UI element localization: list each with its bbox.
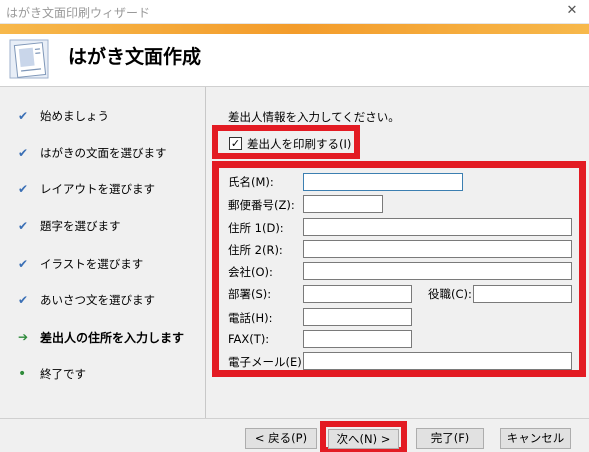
step-item: ✔ イラストを選びます: [18, 256, 143, 272]
address2-input[interactable]: [303, 240, 572, 258]
check-icon: ✔: [18, 146, 29, 160]
address1-input[interactable]: [303, 218, 572, 236]
check-icon: ✔: [18, 182, 29, 196]
address1-label: 住所 1(D):: [228, 221, 284, 235]
arrow-right-icon: ➔: [18, 330, 29, 344]
cancel-button[interactable]: キャンセル: [500, 428, 571, 449]
email-input[interactable]: [303, 352, 572, 370]
company-label: 会社(O):: [228, 265, 273, 279]
email-label: 電子メール(E):: [228, 355, 306, 369]
title-input[interactable]: [473, 285, 572, 303]
step-label: 題字を選びます: [40, 219, 121, 233]
finish-button[interactable]: 完了(F): [416, 428, 484, 449]
button-bar: < 戻る(P) 次へ(N) > 完了(F) キャンセル: [0, 418, 589, 452]
step-item: • 終了です: [18, 366, 86, 382]
phone-label: 電話(H):: [228, 311, 273, 325]
step-item: ✔ 題字を選びます: [18, 218, 121, 234]
wizard-body: ✔ 始めましょう ✔ はがきの文面を選びます ✔ レイアウトを選びます ✔ 題字…: [0, 86, 589, 419]
header-accent-bar: [0, 24, 589, 34]
postal-input[interactable]: [303, 195, 383, 213]
back-button[interactable]: < 戻る(P): [245, 428, 317, 449]
print-sender-checkbox[interactable]: ✓: [229, 137, 242, 150]
step-label: あいさつ文を選びます: [40, 293, 155, 307]
check-icon: ✔: [18, 219, 29, 233]
step-label: イラストを選びます: [40, 257, 144, 271]
step-item: ✔ はがきの文面を選びます: [18, 145, 167, 161]
step-item-current: ➔ 差出人の住所を入力します: [18, 329, 184, 345]
postal-label: 郵便番号(Z):: [228, 198, 295, 212]
sender-fields-highlight: 氏名(M): 郵便番号(Z): 住所 1(D): 住所 2(R): 会社(O):…: [212, 161, 586, 377]
step-label: 差出人の住所を入力します: [40, 330, 185, 345]
phone-input[interactable]: [303, 308, 412, 326]
bullet-icon: •: [18, 366, 27, 382]
step-label: 終了です: [40, 367, 86, 381]
window-title: はがき文面印刷ウィザード: [6, 6, 151, 20]
step-list: ✔ 始めましょう ✔ はがきの文面を選びます ✔ レイアウトを選びます ✔ 題字…: [0, 87, 206, 419]
check-icon: ✔: [18, 293, 29, 307]
print-sender-label[interactable]: 差出人を印刷する(I): [247, 136, 351, 152]
title-bar: はがき文面印刷ウィザード ✕: [0, 0, 589, 24]
title-label: 役職(C):: [428, 287, 472, 301]
page-title: はがき文面作成: [68, 46, 202, 68]
check-icon: ✔: [18, 257, 29, 271]
next-button[interactable]: 次へ(N) >: [328, 429, 399, 449]
name-input[interactable]: [303, 173, 463, 191]
step-label: レイアウトを選びます: [40, 182, 155, 196]
company-input[interactable]: [303, 262, 572, 280]
step-item: ✔ あいさつ文を選びます: [18, 292, 155, 308]
step-label: 始めましょう: [40, 109, 109, 123]
form-prompt: 差出人情報を入力してください。: [228, 110, 400, 124]
check-icon: ✔: [18, 109, 29, 123]
department-input[interactable]: [303, 285, 412, 303]
fax-input[interactable]: [303, 330, 412, 348]
name-label: 氏名(M):: [228, 175, 274, 189]
step-item: ✔ 始めましょう: [18, 108, 109, 124]
department-label: 部署(S):: [228, 287, 272, 301]
postcard-wizard-icon: [9, 39, 49, 79]
step-item: ✔ レイアウトを選びます: [18, 181, 155, 197]
address2-label: 住所 2(R):: [228, 243, 283, 257]
close-button[interactable]: ✕: [555, 0, 589, 24]
step-label: はがきの文面を選びます: [40, 146, 167, 160]
form-panel: 差出人情報を入力してください。 ✓ 差出人を印刷する(I) 氏名(M): 郵便番…: [212, 87, 589, 419]
print-sender-highlight: ✓ 差出人を印刷する(I): [212, 125, 360, 159]
fax-label: FAX(T):: [228, 332, 270, 346]
wizard-header: はがき文面作成: [0, 24, 589, 86]
